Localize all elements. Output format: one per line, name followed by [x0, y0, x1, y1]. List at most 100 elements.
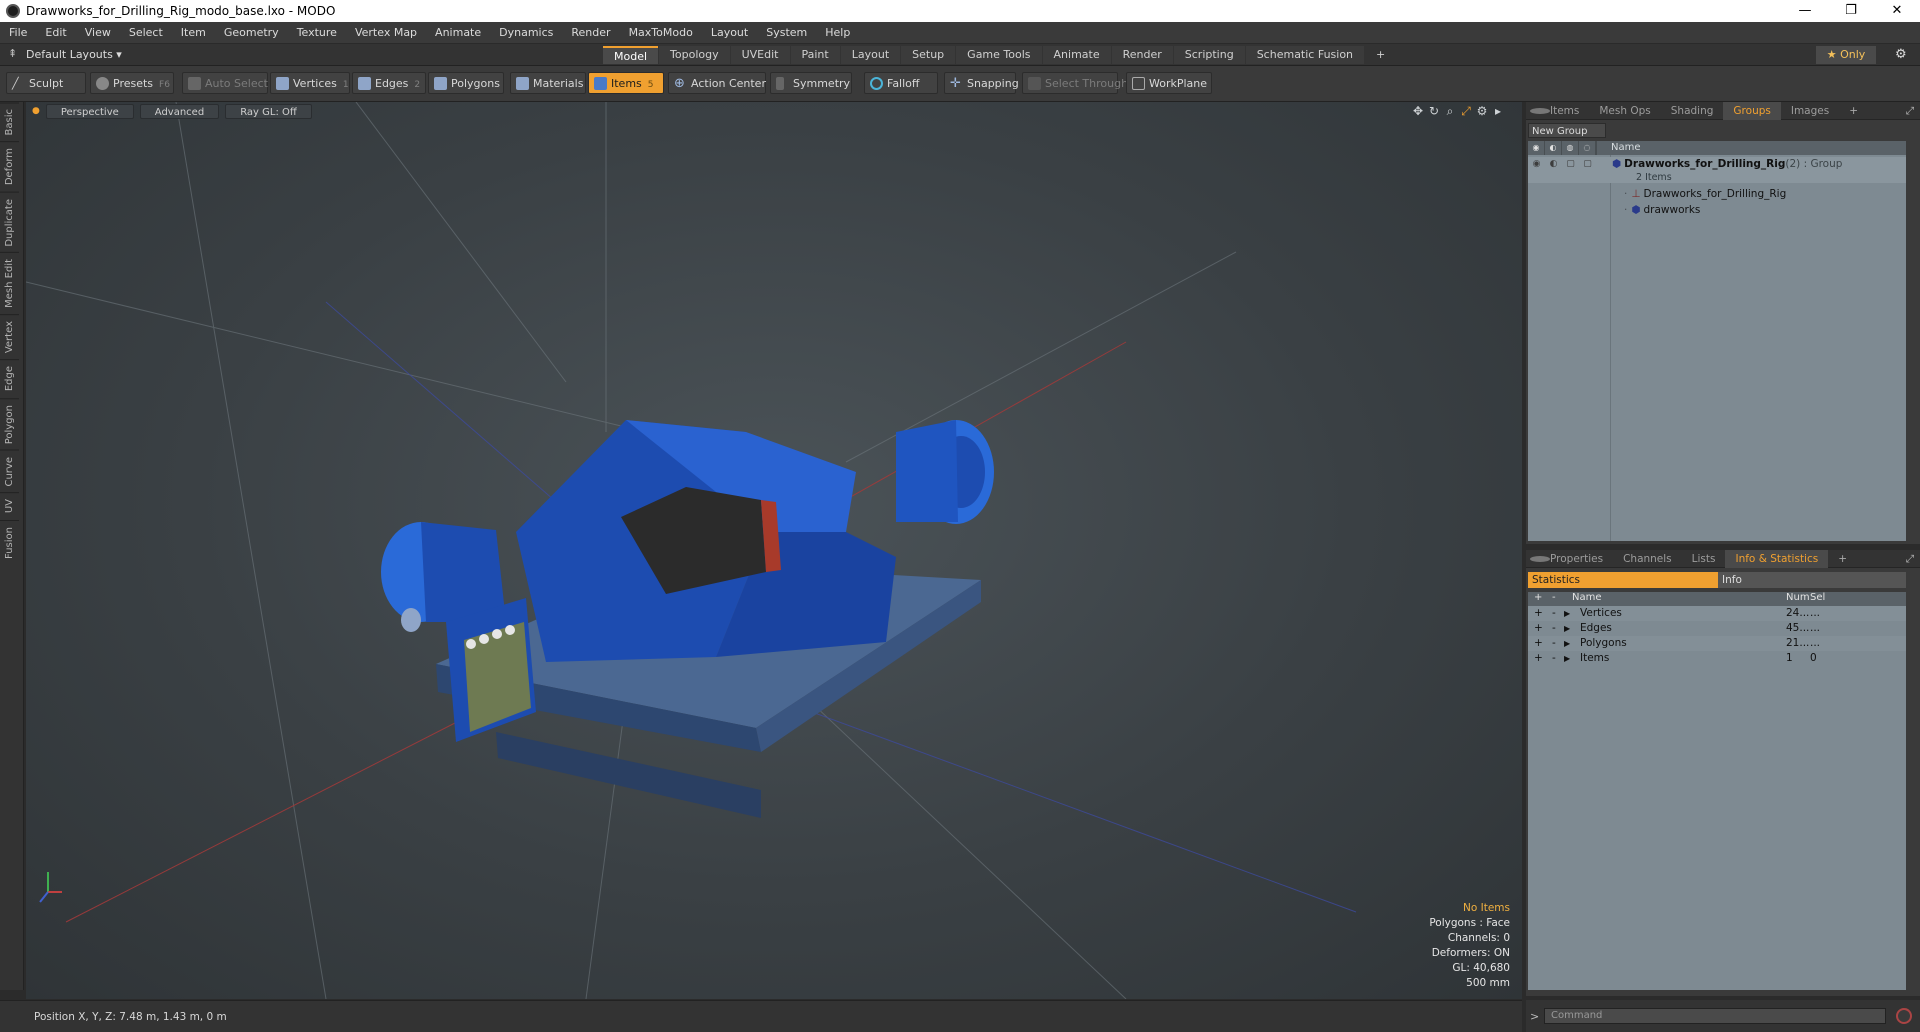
- tab-game-tools[interactable]: Game Tools: [956, 46, 1042, 64]
- symmetry-button[interactable]: Symmetry: [770, 72, 852, 94]
- tab-basic[interactable]: Basic: [0, 102, 19, 142]
- close-button[interactable]: ✕: [1874, 0, 1920, 22]
- group-row[interactable]: ◉ ◐ ▢ ▢ ⬢ Drawworks_for_Drilling_Rig (2)…: [1528, 157, 1906, 172]
- tab-curve[interactable]: Curve: [0, 449, 19, 493]
- workplane-button[interactable]: WorkPlane: [1126, 72, 1212, 94]
- expand-triangle-icon[interactable]: ▶: [1564, 651, 1570, 666]
- materials-button[interactable]: Materials: [510, 72, 586, 94]
- select-through-button[interactable]: Select Through: [1022, 72, 1128, 94]
- remove-icon[interactable]: -: [1552, 636, 1556, 651]
- tab-uv[interactable]: UV: [0, 492, 19, 520]
- tab-deform[interactable]: Deform: [0, 141, 19, 192]
- pan-icon[interactable]: ✥: [1410, 104, 1426, 118]
- expand-arrow-icon[interactable]: ▸: [1490, 104, 1506, 118]
- remove-icon[interactable]: -: [1552, 621, 1556, 636]
- add-icon[interactable]: +: [1534, 621, 1543, 636]
- menu-texture[interactable]: Texture: [288, 26, 346, 39]
- add-icon[interactable]: +: [1534, 651, 1543, 666]
- tab-polygon[interactable]: Polygon: [0, 397, 19, 450]
- menu-animate[interactable]: Animate: [426, 26, 490, 39]
- table-row[interactable]: + - ▶ Edges 45... ...: [1528, 621, 1906, 636]
- menu-dynamics[interactable]: Dynamics: [490, 26, 562, 39]
- layout-dropdown[interactable]: Default Layouts ▾: [26, 48, 122, 61]
- menu-render[interactable]: Render: [562, 26, 619, 39]
- table-row[interactable]: + - ▶ Vertices 24... ...: [1528, 606, 1906, 621]
- menu-view[interactable]: View: [76, 26, 120, 39]
- only-button[interactable]: ★ Only: [1816, 46, 1876, 64]
- expand-triangle-icon[interactable]: ▶: [1564, 606, 1570, 621]
- collapse-icon[interactable]: ⇞: [8, 47, 17, 60]
- menu-vertex-map[interactable]: Vertex Map: [346, 26, 426, 39]
- tab-mesh-ops[interactable]: Mesh Ops: [1589, 102, 1660, 120]
- sculpt-button[interactable]: ╱ Sculpt: [6, 72, 86, 94]
- polygons-button[interactable]: Polygons: [428, 72, 504, 94]
- add-panel-tab[interactable]: +: [1839, 102, 1868, 120]
- menu-file[interactable]: File: [0, 26, 36, 39]
- tab-mesh-edit[interactable]: Mesh Edit: [0, 252, 19, 315]
- gear-icon[interactable]: ⚙: [1895, 47, 1907, 62]
- tab-topology[interactable]: Topology: [659, 46, 730, 64]
- select-toggle-icon[interactable]: ▢: [1579, 157, 1596, 172]
- add-icon[interactable]: +: [1534, 636, 1543, 651]
- tab-render[interactable]: Render: [1111, 46, 1173, 64]
- panel-menu-dot[interactable]: [1530, 108, 1550, 114]
- edges-button[interactable]: Edges 2: [352, 72, 426, 94]
- tab-fusion[interactable]: Fusion: [0, 519, 19, 565]
- panel-menu-dot[interactable]: [1530, 556, 1550, 562]
- table-row[interactable]: + - ▶ Polygons 21... ...: [1528, 636, 1906, 651]
- expand-triangle-icon[interactable]: ▶: [1564, 621, 1570, 636]
- visibility-col-icon[interactable]: ◉: [1528, 141, 1545, 155]
- tab-schematic-fusion[interactable]: Schematic Fusion: [1245, 46, 1365, 64]
- minimize-button[interactable]: —: [1782, 0, 1828, 22]
- menu-layout[interactable]: Layout: [702, 26, 757, 39]
- tab-animate[interactable]: Animate: [1042, 46, 1111, 64]
- expand-triangle-icon[interactable]: ▶: [1564, 636, 1570, 651]
- tab-paint[interactable]: Paint: [790, 46, 840, 64]
- tab-vertex[interactable]: Vertex: [0, 314, 19, 360]
- tab-duplicate[interactable]: Duplicate: [0, 191, 19, 253]
- menu-system[interactable]: System: [757, 26, 816, 39]
- new-group-button[interactable]: New Group: [1528, 123, 1606, 138]
- menu-item[interactable]: Item: [172, 26, 215, 39]
- render-col-icon[interactable]: ◐: [1545, 141, 1562, 155]
- menu-geometry[interactable]: Geometry: [215, 26, 288, 39]
- rotate-icon[interactable]: ↻: [1426, 104, 1442, 118]
- add-tab-button[interactable]: +: [1365, 46, 1396, 64]
- vertices-button[interactable]: Vertices 1: [270, 72, 350, 94]
- viewport-menu-icon[interactable]: ●: [32, 106, 40, 116]
- tab-layout[interactable]: Layout: [840, 46, 901, 64]
- remove-icon[interactable]: -: [1552, 606, 1556, 621]
- auto-select-button[interactable]: Auto Select: [182, 72, 268, 94]
- lock-col-icon[interactable]: ◍: [1562, 141, 1579, 155]
- menu-maxtomodo[interactable]: MaxToModo: [620, 26, 702, 39]
- 3d-viewport[interactable]: ● Perspective Advanced Ray GL: Off ✥ ↻ ⌕…: [26, 102, 1522, 999]
- tab-channels[interactable]: Channels: [1613, 550, 1682, 568]
- raygl-button[interactable]: Ray GL: Off: [225, 103, 312, 119]
- expand-panel-icon[interactable]: ⤢: [1896, 102, 1920, 120]
- tab-properties[interactable]: Properties: [1540, 550, 1613, 568]
- subtab-info[interactable]: Info: [1718, 572, 1906, 588]
- zoom-icon[interactable]: ⌕: [1442, 104, 1458, 118]
- render-icon[interactable]: ◐: [1545, 157, 1562, 172]
- maximize-button[interactable]: ❐: [1828, 0, 1874, 22]
- group-child-row[interactable]: · ⊥ Drawworks_for_Drilling_Rig: [1528, 187, 1906, 202]
- view-type-button[interactable]: Perspective: [45, 103, 134, 119]
- snapping-button[interactable]: ✛ Snapping: [944, 72, 1019, 94]
- tab-shading[interactable]: Shading: [1661, 102, 1724, 120]
- menu-edit[interactable]: Edit: [36, 26, 75, 39]
- table-row[interactable]: + - ▶ Items 1 0: [1528, 651, 1906, 666]
- tab-setup[interactable]: Setup: [901, 46, 956, 64]
- tab-uvedit[interactable]: UVEdit: [730, 46, 790, 64]
- tab-edge[interactable]: Edge: [0, 359, 19, 398]
- tab-model[interactable]: Model: [603, 46, 659, 64]
- expand-all-icon[interactable]: +: [1534, 592, 1542, 603]
- tab-scripting[interactable]: Scripting: [1173, 46, 1245, 64]
- action-center-button[interactable]: ⊕ Action Center: [668, 72, 766, 94]
- add-icon[interactable]: +: [1534, 606, 1543, 621]
- tab-lists[interactable]: Lists: [1682, 550, 1726, 568]
- shading-button[interactable]: Advanced: [139, 103, 220, 119]
- fit-icon[interactable]: ⤢: [1458, 104, 1474, 118]
- record-macro-icon[interactable]: [1896, 1008, 1912, 1024]
- viewport-settings-icon[interactable]: ⚙: [1474, 104, 1490, 118]
- menu-help[interactable]: Help: [816, 26, 859, 39]
